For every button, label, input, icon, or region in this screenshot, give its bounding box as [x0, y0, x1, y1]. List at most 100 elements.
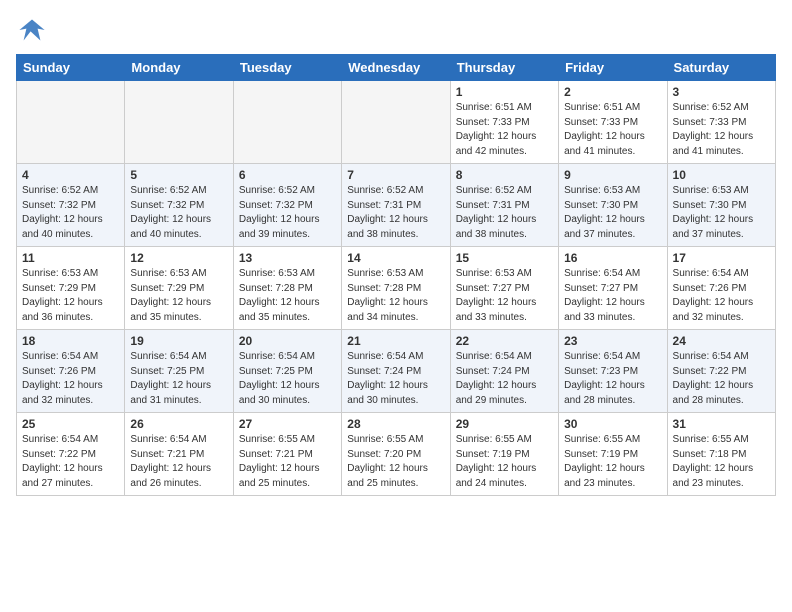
day-info: Sunrise: 6:54 AMSunset: 7:27 PMDaylight:… — [564, 267, 661, 325]
day-number: 15 — [456, 251, 553, 265]
calendar-day-cell: 18 Sunrise: 6:54 AMSunset: 7:26 PMDayligh… — [17, 330, 125, 413]
day-number: 12 — [130, 251, 227, 265]
day-info: Sunrise: 6:54 AMSunset: 7:26 PMDaylight:… — [22, 350, 119, 408]
day-info: Sunrise: 6:54 AMSunset: 7:26 PMDaylight:… — [673, 267, 770, 325]
day-info: Sunrise: 6:53 AMSunset: 7:30 PMDaylight:… — [564, 184, 661, 242]
day-number: 30 — [564, 417, 661, 431]
day-info: Sunrise: 6:51 AMSunset: 7:33 PMDaylight:… — [456, 101, 553, 159]
calendar-day-cell — [17, 81, 125, 164]
day-number: 24 — [673, 334, 770, 348]
day-number: 28 — [347, 417, 444, 431]
weekday-header-monday: Monday — [125, 55, 233, 81]
calendar-day-cell: 20Sunrise: 6:54 AMSunset: 7:25 PMDayligh… — [233, 330, 341, 413]
calendar-day-cell: 13Sunrise: 6:53 AMSunset: 7:28 PMDayligh… — [233, 247, 341, 330]
day-info: Sunrise: 6:53 AMSunset: 7:29 PMDaylight:… — [22, 267, 119, 325]
day-number: 20 — [239, 334, 336, 348]
weekday-header-saturday: Saturday — [667, 55, 775, 81]
calendar-table: SundayMondayTuesdayWednesdayThursdayFrid… — [16, 54, 776, 496]
day-number: 9 — [564, 168, 661, 182]
calendar-day-cell: 5 Sunrise: 6:52 AMSunset: 7:32 PMDaylight… — [125, 164, 233, 247]
day-info: Sunrise: 6:55 AMSunset: 7:20 PMDaylight:… — [347, 433, 444, 491]
weekday-header-sunday: Sunday — [17, 55, 125, 81]
day-number: 3 — [673, 85, 770, 99]
calendar-week-row: 25Sunrise: 6:54 AMSunset: 7:22 PMDayligh… — [17, 413, 776, 496]
calendar-day-cell: 28 Sunrise: 6:55 AMSunset: 7:20 PMDayligh… — [342, 413, 450, 496]
calendar-day-cell: 6 Sunrise: 6:52 AMSunset: 7:32 PMDaylight… — [233, 164, 341, 247]
weekday-header-thursday: Thursday — [450, 55, 558, 81]
calendar-day-cell: 2 Sunrise: 6:51 AMSunset: 7:33 PMDaylight… — [559, 81, 667, 164]
calendar-week-row: 4Sunrise: 6:52 AMSunset: 7:32 PMDaylight… — [17, 164, 776, 247]
day-info: Sunrise: 6:55 AMSunset: 7:19 PMDaylight:… — [456, 433, 553, 491]
day-info: Sunrise: 6:52 AMSunset: 7:31 PMDaylight:… — [456, 184, 553, 242]
calendar-day-cell: 17 Sunrise: 6:54 AMSunset: 7:26 PMDayligh… — [667, 247, 775, 330]
day-number: 7 — [347, 168, 444, 182]
day-info: Sunrise: 6:54 AMSunset: 7:22 PMDaylight:… — [673, 350, 770, 408]
calendar-day-cell: 7Sunrise: 6:52 AMSunset: 7:31 PMDaylight… — [342, 164, 450, 247]
calendar-week-row: 11 Sunrise: 6:53 AMSunset: 7:29 PMDayligh… — [17, 247, 776, 330]
calendar-day-cell: 25Sunrise: 6:54 AMSunset: 7:22 PMDayligh… — [17, 413, 125, 496]
day-number: 31 — [673, 417, 770, 431]
calendar-day-cell: 24 Sunrise: 6:54 AMSunset: 7:22 PMDayligh… — [667, 330, 775, 413]
calendar-week-row: 1 Sunrise: 6:51 AMSunset: 7:33 PMDaylight… — [17, 81, 776, 164]
calendar-day-cell: 27 Sunrise: 6:55 AMSunset: 7:21 PMDayligh… — [233, 413, 341, 496]
day-number: 2 — [564, 85, 661, 99]
calendar-day-cell — [233, 81, 341, 164]
calendar-day-cell: 21 Sunrise: 6:54 AMSunset: 7:24 PMDayligh… — [342, 330, 450, 413]
day-info: Sunrise: 6:53 AMSunset: 7:29 PMDaylight:… — [130, 267, 227, 325]
day-number: 5 — [130, 168, 227, 182]
day-info: Sunrise: 6:54 AMSunset: 7:25 PMDaylight:… — [130, 350, 227, 408]
day-info: Sunrise: 6:53 AMSunset: 7:30 PMDaylight:… — [673, 184, 770, 242]
day-info: Sunrise: 6:54 AMSunset: 7:21 PMDaylight:… — [130, 433, 227, 491]
calendar-day-cell: 26 Sunrise: 6:54 AMSunset: 7:21 PMDayligh… — [125, 413, 233, 496]
weekday-header-friday: Friday — [559, 55, 667, 81]
calendar-day-cell: 22 Sunrise: 6:54 AMSunset: 7:24 PMDayligh… — [450, 330, 558, 413]
calendar-day-cell: 15 Sunrise: 6:53 AMSunset: 7:27 PMDayligh… — [450, 247, 558, 330]
calendar-day-cell: 4Sunrise: 6:52 AMSunset: 7:32 PMDaylight… — [17, 164, 125, 247]
logo-icon — [18, 16, 46, 44]
calendar-day-cell: 31 Sunrise: 6:55 AMSunset: 7:18 PMDayligh… — [667, 413, 775, 496]
calendar-day-cell: 1 Sunrise: 6:51 AMSunset: 7:33 PMDaylight… — [450, 81, 558, 164]
day-number: 14 — [347, 251, 444, 265]
calendar-day-cell: 10 Sunrise: 6:53 AMSunset: 7:30 PMDayligh… — [667, 164, 775, 247]
day-info: Sunrise: 6:51 AMSunset: 7:33 PMDaylight:… — [564, 101, 661, 159]
calendar-day-cell: 8 Sunrise: 6:52 AMSunset: 7:31 PMDaylight… — [450, 164, 558, 247]
calendar-day-cell: 16 Sunrise: 6:54 AMSunset: 7:27 PMDayligh… — [559, 247, 667, 330]
calendar-day-cell: 14 Sunrise: 6:53 AMSunset: 7:28 PMDayligh… — [342, 247, 450, 330]
day-info: Sunrise: 6:52 AMSunset: 7:32 PMDaylight:… — [130, 184, 227, 242]
day-info: Sunrise: 6:52 AMSunset: 7:32 PMDaylight:… — [22, 184, 119, 242]
day-info: Sunrise: 6:52 AMSunset: 7:32 PMDaylight:… — [239, 184, 336, 242]
calendar-day-cell: 9 Sunrise: 6:53 AMSunset: 7:30 PMDaylight… — [559, 164, 667, 247]
day-info: Sunrise: 6:54 AMSunset: 7:23 PMDaylight:… — [564, 350, 661, 408]
day-number: 29 — [456, 417, 553, 431]
day-number: 27 — [239, 417, 336, 431]
day-number: 16 — [564, 251, 661, 265]
calendar-day-cell: 23 Sunrise: 6:54 AMSunset: 7:23 PMDayligh… — [559, 330, 667, 413]
day-info: Sunrise: 6:53 AMSunset: 7:28 PMDaylight:… — [347, 267, 444, 325]
weekday-header-wednesday: Wednesday — [342, 55, 450, 81]
day-info: Sunrise: 6:53 AMSunset: 7:27 PMDaylight:… — [456, 267, 553, 325]
day-number: 17 — [673, 251, 770, 265]
calendar-week-row: 18 Sunrise: 6:54 AMSunset: 7:26 PMDayligh… — [17, 330, 776, 413]
day-number: 21 — [347, 334, 444, 348]
day-info: Sunrise: 6:55 AMSunset: 7:18 PMDaylight:… — [673, 433, 770, 491]
day-number: 22 — [456, 334, 553, 348]
day-info: Sunrise: 6:55 AMSunset: 7:19 PMDaylight:… — [564, 433, 661, 491]
calendar-day-cell: 30 Sunrise: 6:55 AMSunset: 7:19 PMDayligh… — [559, 413, 667, 496]
day-number: 23 — [564, 334, 661, 348]
weekday-header-row: SundayMondayTuesdayWednesdayThursdayFrid… — [17, 55, 776, 81]
day-number: 1 — [456, 85, 553, 99]
calendar-day-cell: 3Sunrise: 6:52 AMSunset: 7:33 PMDaylight… — [667, 81, 775, 164]
day-info: Sunrise: 6:53 AMSunset: 7:28 PMDaylight:… — [239, 267, 336, 325]
day-info: Sunrise: 6:54 AMSunset: 7:24 PMDaylight:… — [347, 350, 444, 408]
day-number: 26 — [130, 417, 227, 431]
day-number: 18 — [22, 334, 119, 348]
day-number: 8 — [456, 168, 553, 182]
day-info: Sunrise: 6:54 AMSunset: 7:24 PMDaylight:… — [456, 350, 553, 408]
day-number: 10 — [673, 168, 770, 182]
day-number: 6 — [239, 168, 336, 182]
day-number: 25 — [22, 417, 119, 431]
day-number: 11 — [22, 251, 119, 265]
calendar-day-cell: 29 Sunrise: 6:55 AMSunset: 7:19 PMDayligh… — [450, 413, 558, 496]
calendar-day-cell: 11 Sunrise: 6:53 AMSunset: 7:29 PMDayligh… — [17, 247, 125, 330]
day-info: Sunrise: 6:55 AMSunset: 7:21 PMDaylight:… — [239, 433, 336, 491]
